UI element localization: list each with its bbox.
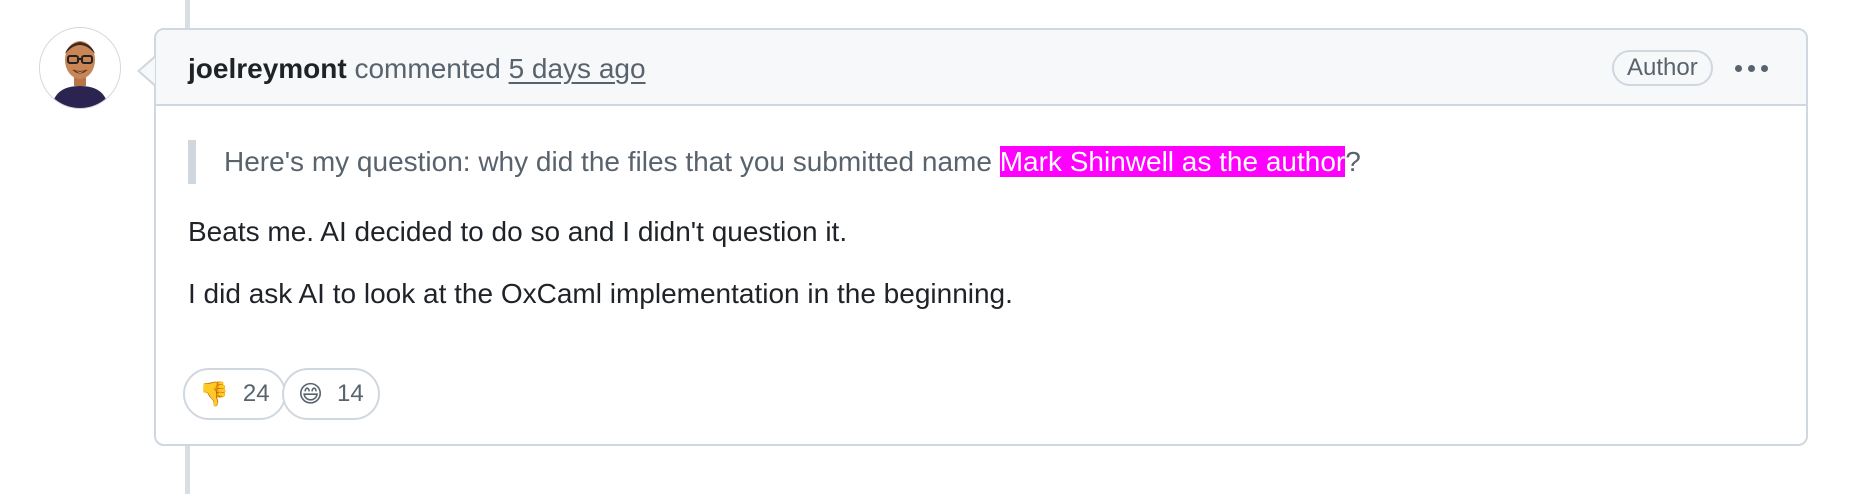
grinning-face-icon: 😄 xyxy=(298,380,324,408)
comment-paragraph: I did ask AI to look at the OxCaml imple… xyxy=(188,278,1013,309)
avatar[interactable] xyxy=(39,27,121,109)
quote-text-before: Here's my question: why did the files th… xyxy=(224,146,1000,177)
quote-text-after: ? xyxy=(1345,146,1361,177)
kebab-dot-icon xyxy=(1734,64,1742,72)
reaction-thumbs-down-button[interactable]: 👎 24 xyxy=(183,368,286,420)
comment-header: joelreymont commented 5 days ago Author xyxy=(156,30,1806,106)
reaction-count: 14 xyxy=(337,380,364,407)
comment-caret-fill xyxy=(140,58,155,84)
author-badge: Author xyxy=(1612,50,1713,86)
quote-highlight: Mark Shinwell as the author xyxy=(999,146,1346,177)
kebab-dot-icon xyxy=(1760,64,1768,72)
comment-header-text: joelreymont commented 5 days ago xyxy=(188,52,646,86)
reaction-grinning-face-button[interactable]: 😄 14 xyxy=(282,368,380,420)
comment-timestamp[interactable]: 5 days ago xyxy=(509,53,646,84)
comment-paragraph: Beats me. AI decided to do so and I didn… xyxy=(188,216,848,247)
comment-action: commented xyxy=(354,53,501,84)
quoted-text: Here's my question: why did the files th… xyxy=(188,140,1361,184)
author-link[interactable]: joelreymont xyxy=(188,53,347,84)
kebab-dot-icon xyxy=(1747,64,1755,72)
more-options-button[interactable] xyxy=(1726,48,1776,88)
thumbs-down-icon: 👎 xyxy=(199,380,229,408)
comment-box: joelreymont commented 5 days ago Author … xyxy=(154,28,1808,446)
reaction-count: 24 xyxy=(242,380,270,407)
avatar-portrait-icon xyxy=(40,28,120,108)
